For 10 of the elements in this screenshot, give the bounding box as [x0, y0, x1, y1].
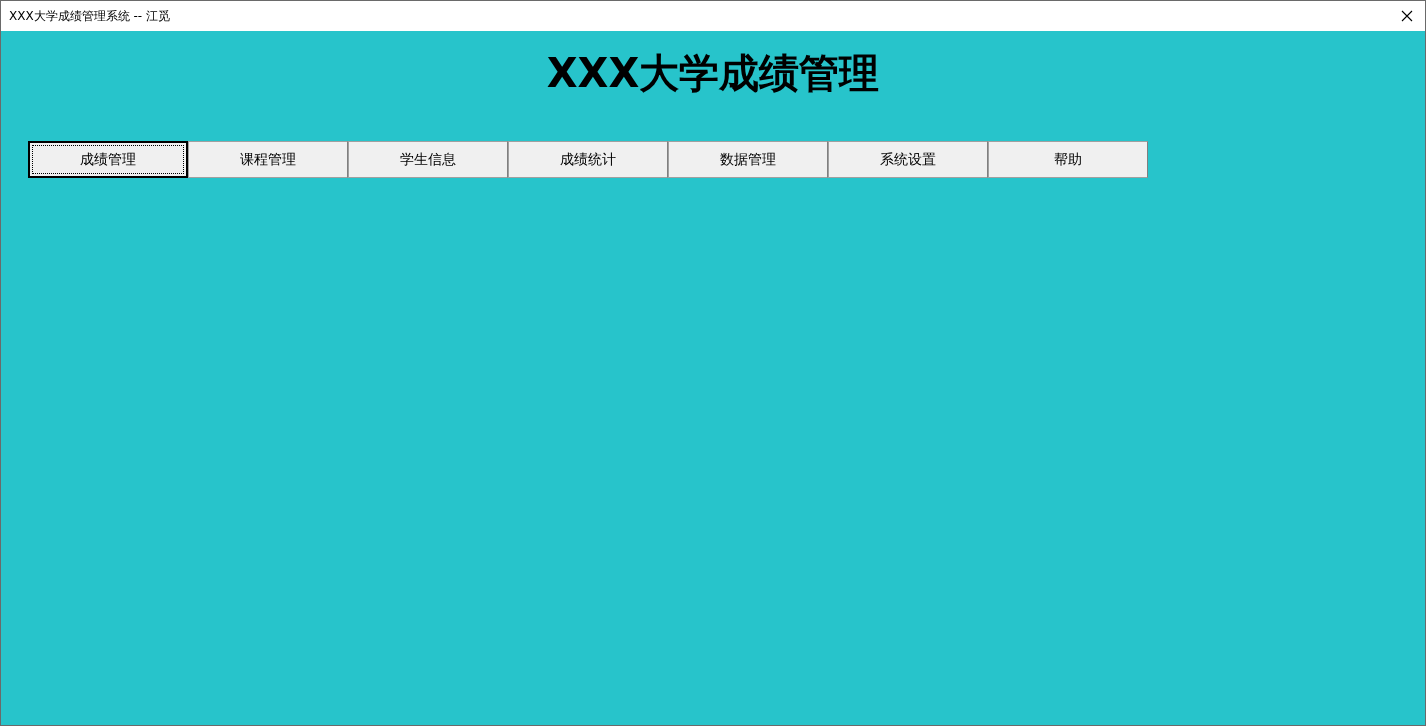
close-icon[interactable] [1401, 10, 1413, 22]
page-heading: XXX大学成绩管理 [545, 49, 881, 98]
menu-button[interactable]: 成绩管理 [28, 141, 188, 178]
menu-button[interactable]: 课程管理 [188, 141, 348, 178]
menu-button[interactable]: 系统设置 [828, 141, 988, 178]
menu-button[interactable]: 成绩统计 [508, 141, 668, 178]
window-title: XXX大学成绩管理系统 -- 江觅 [9, 7, 170, 25]
menu-button[interactable]: 数据管理 [668, 141, 828, 178]
menu-button[interactable]: 帮助 [988, 141, 1148, 178]
menu-button[interactable]: 学生信息 [348, 141, 508, 178]
